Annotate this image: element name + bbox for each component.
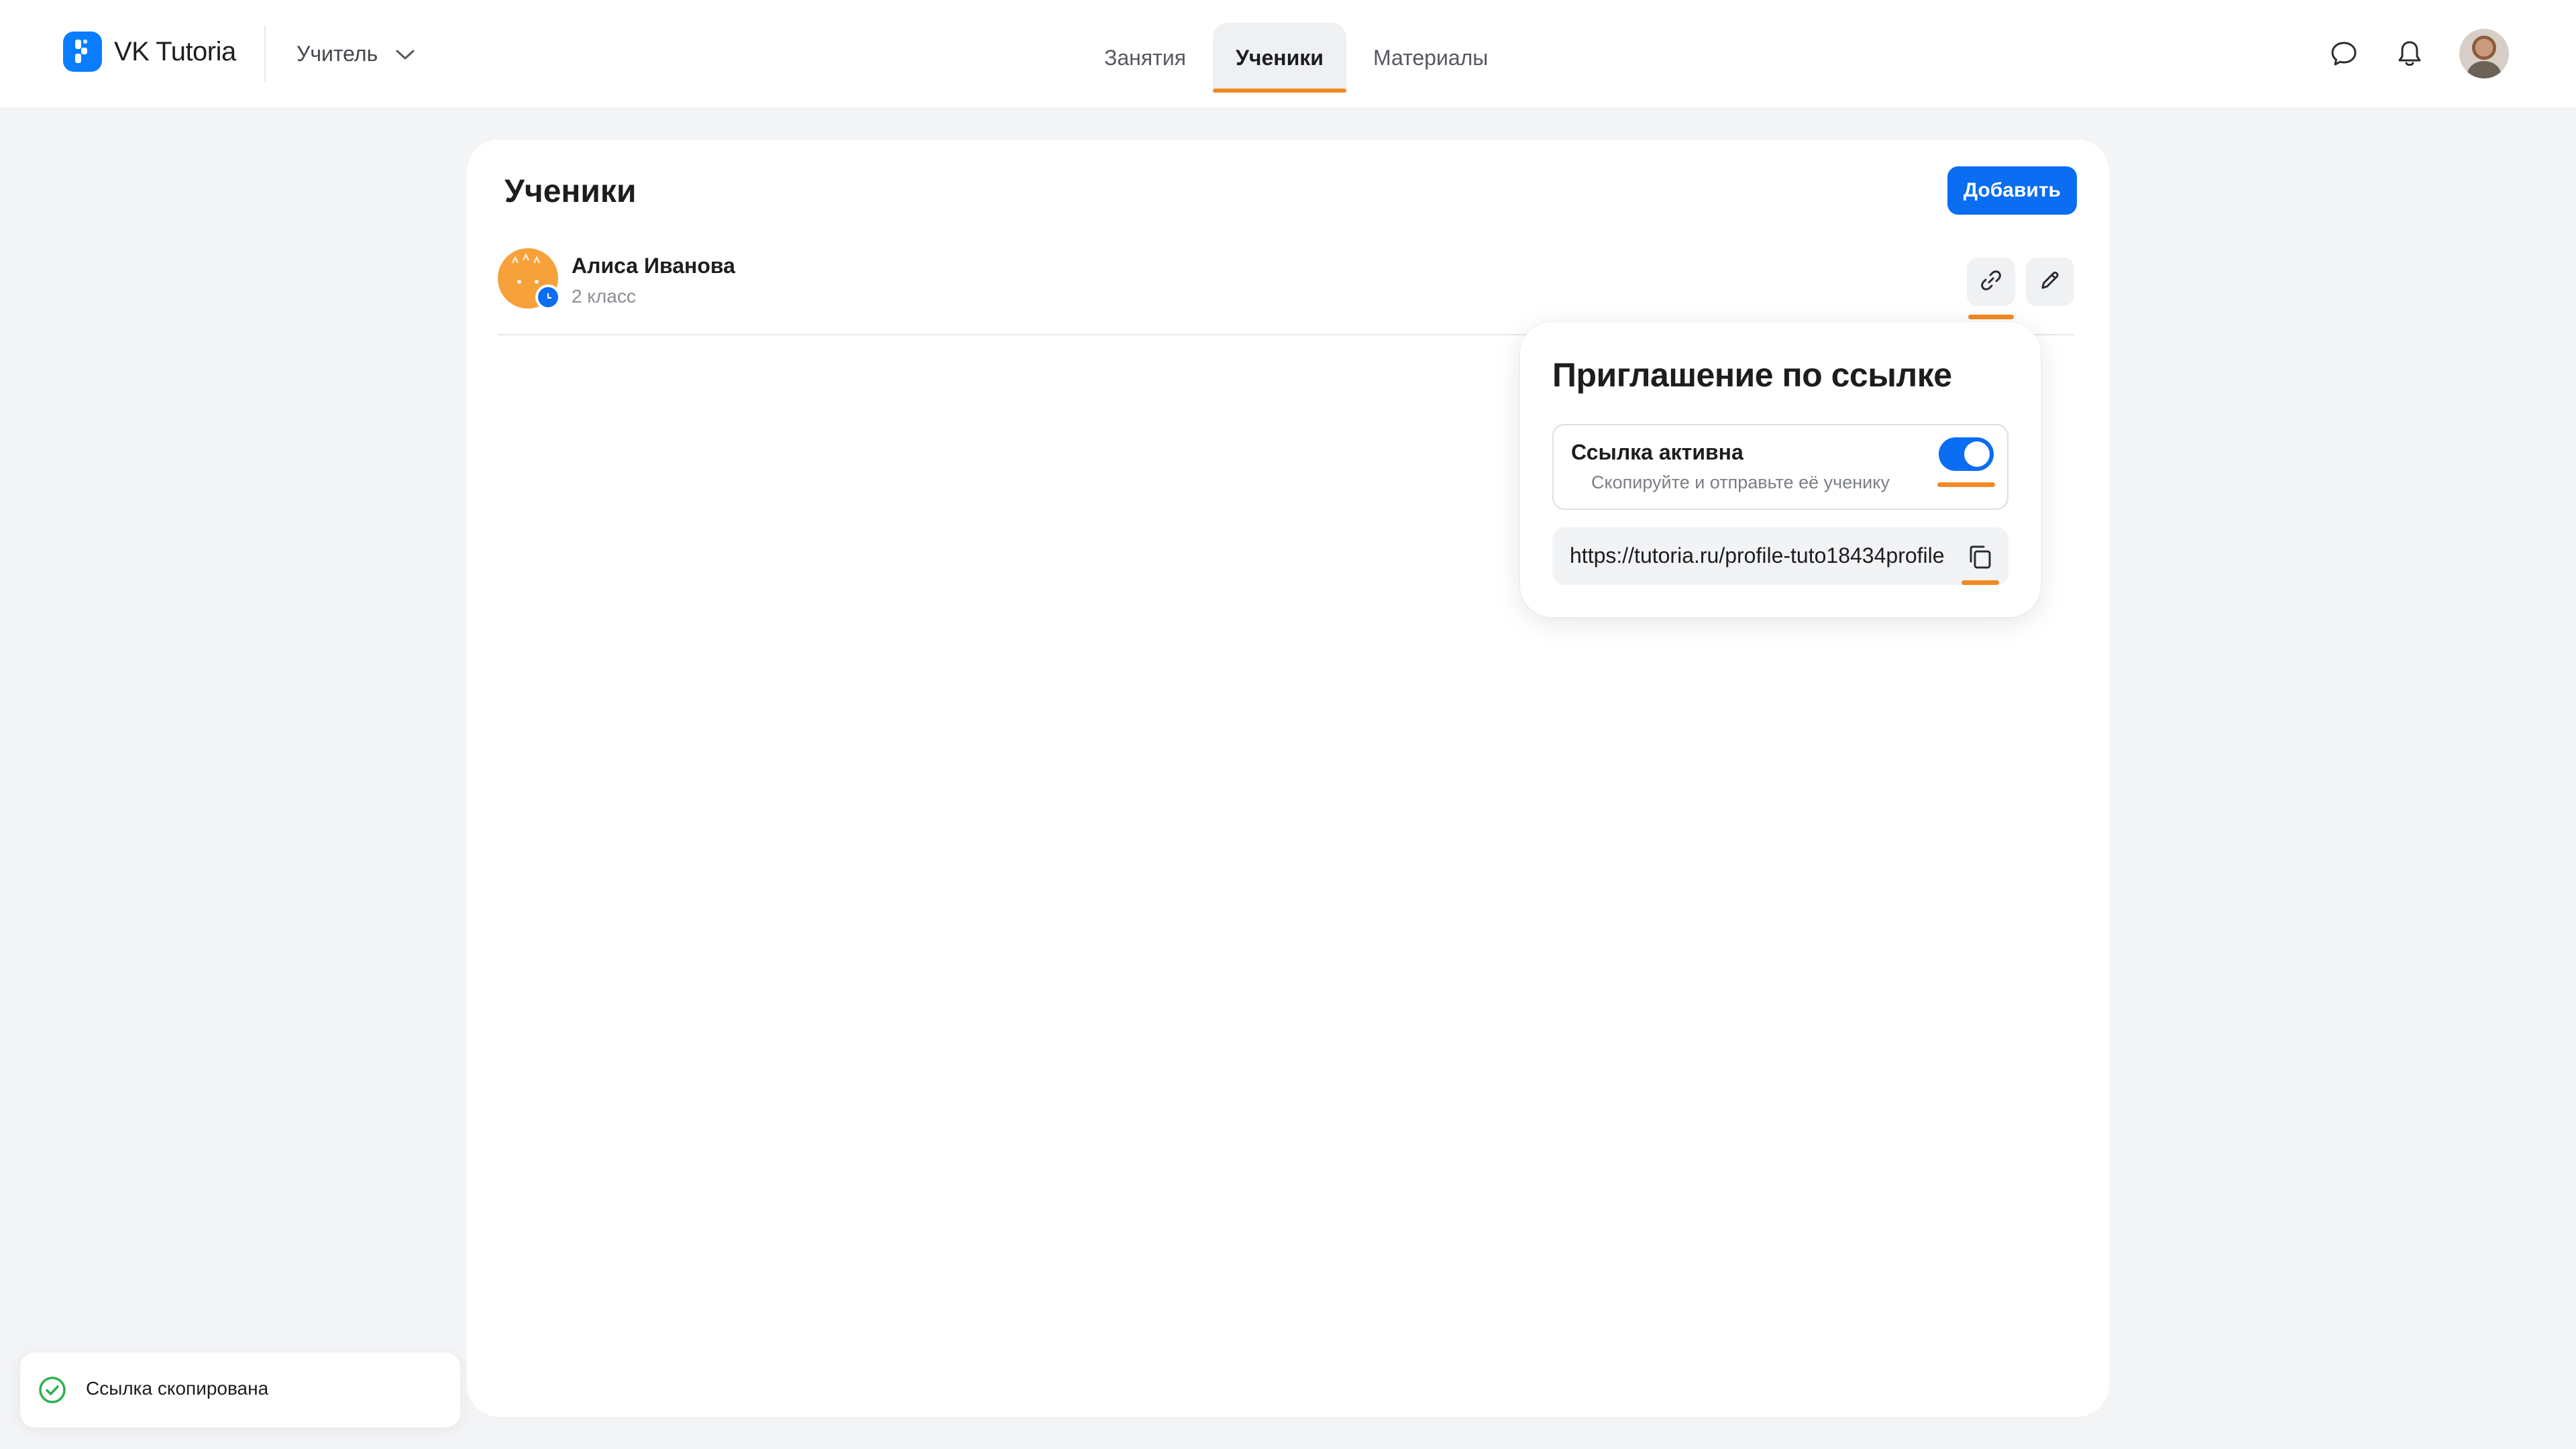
tab-label: Ученики <box>1235 45 1324 70</box>
student-name: Алиса Иванова <box>572 254 735 278</box>
invite-link-button[interactable] <box>1967 258 2015 319</box>
page-title: Ученики <box>504 174 637 209</box>
copy-icon[interactable] <box>1962 539 1999 585</box>
check-circle-icon <box>38 1375 67 1408</box>
vk-tutoria-logo-icon <box>63 32 102 72</box>
tab-materials[interactable]: Материалы <box>1350 23 1511 93</box>
tab-label: Занятия <box>1104 45 1186 70</box>
tab-lessons[interactable]: Занятия <box>1081 23 1209 93</box>
main-nav: Занятия Ученики Материалы <box>1081 23 1515 93</box>
copy-success-toast: Ссылка скопирована <box>20 1352 460 1428</box>
bell-icon[interactable] <box>2394 38 2426 70</box>
brand-logo[interactable]: VK Tutoria <box>63 31 236 72</box>
tab-label: Материалы <box>1373 45 1489 70</box>
toast-message: Ссылка скопирована <box>86 1378 269 1399</box>
tab-students[interactable]: Ученики <box>1212 23 1346 93</box>
link-active-toggle[interactable] <box>1937 437 1995 487</box>
brand-name: VK Tutoria <box>114 36 236 66</box>
role-label: Учитель <box>297 41 378 66</box>
student-avatar <box>498 248 561 310</box>
chat-icon[interactable] <box>2328 38 2360 70</box>
link-icon <box>1980 269 2002 295</box>
student-grade: 2 класс <box>572 286 636 307</box>
popover-title: Приглашение по ссылке <box>1552 356 1952 394</box>
header-divider <box>264 25 266 82</box>
header-actions <box>2328 27 2509 80</box>
add-student-button[interactable]: Добавить <box>1947 166 2077 215</box>
top-bar: VK Tutoria Учитель Занятия Ученики Матер… <box>0 0 2576 107</box>
link-active-hint: Скопируйте и отправьте её ученику <box>1591 472 1890 492</box>
link-active-label: Ссылка активна <box>1571 440 1743 464</box>
link-active-setting: Ссылка активна Скопируйте и отправьте её… <box>1552 424 2008 510</box>
invite-url-field[interactable]: https://tutoria.ru/profile-tuto18434prof… <box>1552 527 2008 585</box>
avatar[interactable] <box>2459 29 2509 78</box>
clock-icon <box>538 287 558 307</box>
pencil-icon <box>2039 269 2061 295</box>
edit-student-button[interactable] <box>2026 258 2074 306</box>
chevron-down-icon <box>395 42 415 66</box>
student-status-badge <box>535 284 561 310</box>
role-selector[interactable]: Учитель <box>297 35 415 72</box>
invite-url: https://tutoria.ru/profile-tuto18434prof… <box>1570 543 1945 568</box>
invite-link-popover: Приглашение по ссылке Ссылка активна Ско… <box>1520 322 2041 617</box>
